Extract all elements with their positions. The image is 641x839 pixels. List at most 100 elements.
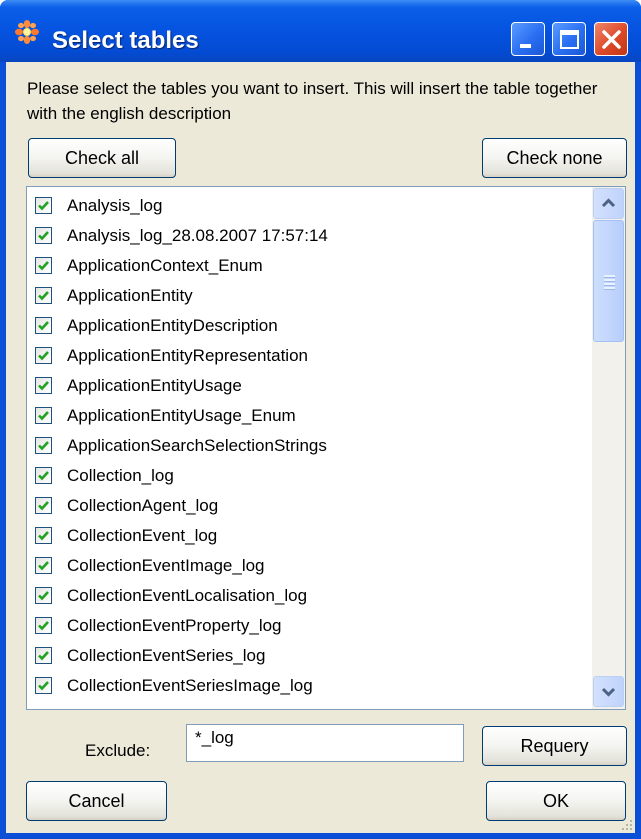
scroll-thumb[interactable] bbox=[593, 220, 624, 342]
list-item[interactable]: Analysis_log_28.08.2007 17:57:14 bbox=[27, 221, 592, 251]
checkmark-icon bbox=[38, 651, 49, 661]
requery-label: Requery bbox=[520, 736, 589, 756]
scroll-up-button[interactable] bbox=[593, 188, 624, 219]
list-item[interactable]: ApplicationEntityRepresentation bbox=[27, 341, 592, 371]
list-item-label: ApplicationEntityUsage_Enum bbox=[67, 406, 296, 425]
exclude-input[interactable] bbox=[186, 724, 464, 762]
list-item-label: CollectionEventProperty_log bbox=[67, 616, 282, 635]
list-item[interactable]: ApplicationSearchSelectionStrings bbox=[27, 431, 592, 461]
list-item-label: ApplicationEntity bbox=[67, 286, 193, 305]
maximize-icon bbox=[560, 30, 579, 49]
checkmark-icon bbox=[38, 291, 49, 301]
checkbox[interactable] bbox=[35, 437, 52, 454]
table-checklist[interactable]: Analysis_log Analysis_log_28.08.2007 17:5… bbox=[26, 186, 626, 710]
list-item-label: CollectionEvent_log bbox=[67, 526, 218, 545]
chevron-down-icon bbox=[601, 687, 616, 697]
checkbox[interactable] bbox=[35, 677, 52, 694]
checkmark-icon bbox=[38, 231, 49, 241]
vertical-scrollbar[interactable] bbox=[592, 187, 625, 709]
list-item-label: Analysis_log_28.08.2007 17:57:14 bbox=[67, 226, 328, 245]
ok-button[interactable]: OK bbox=[486, 781, 626, 821]
dialog-window: Select tables Please select the tables y… bbox=[0, 0, 641, 839]
title-bar[interactable]: Select tables bbox=[0, 0, 641, 62]
chevron-up-icon bbox=[601, 198, 616, 208]
checkmark-icon bbox=[38, 261, 49, 271]
checkbox[interactable] bbox=[35, 377, 52, 394]
ok-label: OK bbox=[542, 791, 569, 811]
list-item[interactable]: Analysis_log bbox=[27, 191, 592, 221]
grip-line bbox=[604, 275, 615, 278]
checkbox[interactable] bbox=[35, 287, 52, 304]
checkbox[interactable] bbox=[35, 497, 52, 514]
checkbox[interactable] bbox=[35, 227, 52, 244]
resize-grip-icon[interactable] bbox=[619, 817, 633, 831]
list-item-label: CollectionEventLocalisation_log bbox=[67, 586, 308, 605]
check-all-label: Check all bbox=[64, 148, 140, 168]
scroll-down-button[interactable] bbox=[593, 676, 624, 707]
checkbox[interactable] bbox=[35, 557, 52, 574]
checkbox[interactable] bbox=[35, 197, 52, 214]
maximize-button[interactable] bbox=[552, 22, 586, 56]
list-item[interactable]: ApplicationEntityUsage_Enum bbox=[27, 401, 592, 431]
list-item-label: ApplicationEntityDescription bbox=[67, 316, 278, 335]
list-item-label: ApplicationSearchSelectionStrings bbox=[67, 436, 327, 455]
minimize-icon bbox=[520, 44, 531, 48]
list-item-label: ApplicationContext_Enum bbox=[67, 256, 263, 275]
list-item[interactable]: CollectionEventSeries_log bbox=[27, 641, 592, 671]
window-title: Select tables bbox=[52, 27, 199, 54]
cancel-label: Cancel bbox=[68, 791, 125, 811]
list-item-label: Analysis_log bbox=[67, 196, 163, 215]
grip-line bbox=[604, 287, 615, 290]
checkmark-icon bbox=[38, 351, 49, 361]
checkbox[interactable] bbox=[35, 587, 52, 604]
checkmark-icon bbox=[38, 621, 49, 631]
list-item[interactable]: ApplicationEntity bbox=[27, 281, 592, 311]
list-item-label: CollectionEventSeries_log bbox=[67, 646, 266, 665]
checkbox[interactable] bbox=[35, 617, 52, 634]
list-item[interactable]: ApplicationContext_Enum bbox=[27, 251, 592, 281]
checkmark-icon bbox=[38, 471, 49, 481]
check-none-label: Check none bbox=[506, 148, 603, 168]
checkmark-icon bbox=[38, 681, 49, 691]
checkbox[interactable] bbox=[35, 257, 52, 274]
instructions-text: Please select the tables you want to ins… bbox=[27, 79, 598, 123]
list-item[interactable]: CollectionEventSeriesImage_log bbox=[27, 671, 592, 701]
exclude-label: Exclude: bbox=[85, 741, 151, 760]
checkmark-icon bbox=[38, 561, 49, 571]
checkbox[interactable] bbox=[35, 347, 52, 364]
checkbox[interactable] bbox=[35, 527, 52, 544]
list-item[interactable]: CollectionEventImage_log bbox=[27, 551, 592, 581]
list-item[interactable]: CollectionEventLocalisation_log bbox=[27, 581, 592, 611]
list-item-label: Collection_log bbox=[67, 466, 174, 485]
checkbox[interactable] bbox=[35, 647, 52, 664]
checkmark-icon bbox=[38, 501, 49, 511]
check-all-button[interactable]: Check all bbox=[28, 138, 176, 178]
list-item[interactable]: CollectionEvent_log bbox=[27, 521, 592, 551]
list-item-label: ApplicationEntityRepresentation bbox=[67, 346, 308, 365]
list-item[interactable]: ApplicationEntityUsage bbox=[27, 371, 592, 401]
checkmark-icon bbox=[38, 591, 49, 601]
grip-line bbox=[604, 279, 615, 282]
close-button[interactable] bbox=[594, 22, 628, 56]
app-flower-icon bbox=[15, 20, 39, 44]
checkbox[interactable] bbox=[35, 467, 52, 484]
checkbox[interactable] bbox=[35, 407, 52, 424]
requery-button[interactable]: Requery bbox=[482, 726, 627, 766]
checkmark-icon bbox=[38, 441, 49, 451]
minimize-button[interactable] bbox=[511, 22, 545, 56]
check-none-button[interactable]: Check none bbox=[482, 138, 627, 178]
list-item[interactable]: CollectionEventProperty_log bbox=[27, 611, 592, 641]
list-item-label: CollectionEventSeriesImage_log bbox=[67, 676, 313, 695]
list-item[interactable]: CollectionAgent_log bbox=[27, 491, 592, 521]
list-item[interactable]: ApplicationEntityDescription bbox=[27, 311, 592, 341]
cancel-button[interactable]: Cancel bbox=[26, 781, 167, 821]
list-item-label: CollectionEventImage_log bbox=[67, 556, 265, 575]
list-item[interactable]: Collection_log bbox=[27, 461, 592, 491]
checkmark-icon bbox=[38, 381, 49, 391]
checkbox[interactable] bbox=[35, 317, 52, 334]
checkmark-icon bbox=[38, 411, 49, 421]
close-icon bbox=[602, 30, 621, 49]
checkmark-icon bbox=[38, 531, 49, 541]
checkmark-icon bbox=[38, 321, 49, 331]
list-item-label: CollectionAgent_log bbox=[67, 496, 219, 515]
